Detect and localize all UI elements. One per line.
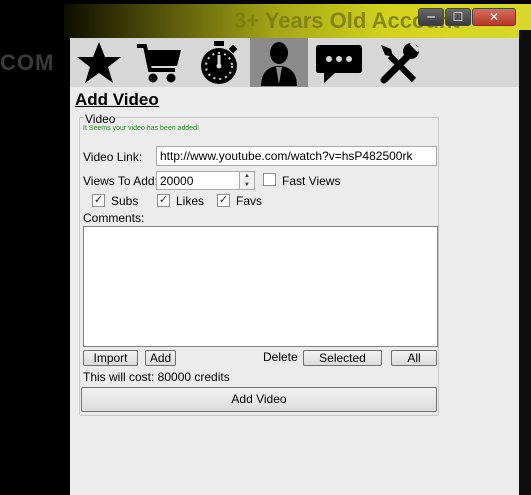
toolbar-cart-button[interactable] bbox=[130, 38, 188, 87]
stepper-up-icon[interactable]: ▲ bbox=[240, 172, 254, 181]
toolbar-timer-button[interactable] bbox=[190, 38, 248, 87]
subs-label: Subs bbox=[111, 194, 139, 208]
stepper-down-icon[interactable]: ▼ bbox=[240, 181, 254, 190]
comments-label: Comments: bbox=[83, 211, 145, 225]
fast-views-checkbox[interactable] bbox=[263, 173, 276, 186]
window-controls: ─ ☐ ✕ bbox=[418, 8, 517, 28]
likes-checkbox[interactable]: ✓ bbox=[157, 194, 170, 207]
status-message: It Seems your video has been added! bbox=[83, 125, 199, 132]
toolbar-account-button[interactable] bbox=[250, 38, 308, 87]
favs-label: Favs bbox=[236, 194, 263, 208]
video-link-input[interactable]: http://www.youtube.com/watch?v=hsP482500… bbox=[156, 146, 437, 166]
toolbar bbox=[70, 38, 519, 87]
views-to-add-input[interactable]: 20000 bbox=[156, 171, 240, 190]
likes-label: Likes bbox=[176, 194, 205, 208]
user-icon bbox=[261, 41, 297, 86]
content-panel: Add Video Video It Seems your video has … bbox=[70, 87, 519, 495]
delete-all-button[interactable]: All bbox=[391, 350, 437, 366]
video-groupbox: Video It Seems your video has been added… bbox=[79, 112, 439, 416]
favs-checkbox[interactable]: ✓ bbox=[217, 194, 230, 207]
views-stepper[interactable]: ▲ ▼ bbox=[239, 171, 255, 190]
video-groupbox-legend: Video bbox=[84, 112, 117, 126]
toolbar-favorites-button[interactable] bbox=[70, 38, 128, 87]
chat-icon bbox=[316, 44, 362, 83]
delete-selected-button[interactable]: Selected bbox=[303, 350, 382, 366]
star-icon bbox=[77, 41, 121, 83]
add-video-button[interactable]: Add Video bbox=[81, 387, 437, 412]
fast-views-label: Fast Views bbox=[282, 174, 341, 188]
subs-checkbox[interactable]: ✓ bbox=[92, 194, 105, 207]
add-comment-button[interactable]: Add bbox=[145, 350, 176, 366]
delete-label: Delete bbox=[263, 350, 298, 364]
views-to-add-label: Views To Add: bbox=[83, 174, 158, 188]
toolbar-messages-button[interactable] bbox=[310, 38, 368, 87]
maximize-button[interactable]: ☐ bbox=[445, 8, 471, 26]
tools-icon bbox=[380, 41, 421, 83]
cost-text: This will cost: 80000 credits bbox=[83, 370, 230, 384]
comments-textarea[interactable] bbox=[83, 226, 438, 347]
background-text: COM bbox=[0, 50, 55, 75]
page-title: Add Video bbox=[75, 90, 159, 109]
video-link-label: Video Link: bbox=[83, 150, 143, 164]
toolbar-tools-button[interactable] bbox=[370, 38, 428, 87]
stopwatch-icon bbox=[201, 40, 238, 84]
window-right-border bbox=[519, 30, 531, 495]
cart-icon bbox=[137, 43, 181, 82]
minimize-button[interactable]: ─ bbox=[418, 8, 444, 26]
close-button[interactable]: ✕ bbox=[472, 8, 516, 26]
import-button[interactable]: Import bbox=[83, 350, 138, 366]
